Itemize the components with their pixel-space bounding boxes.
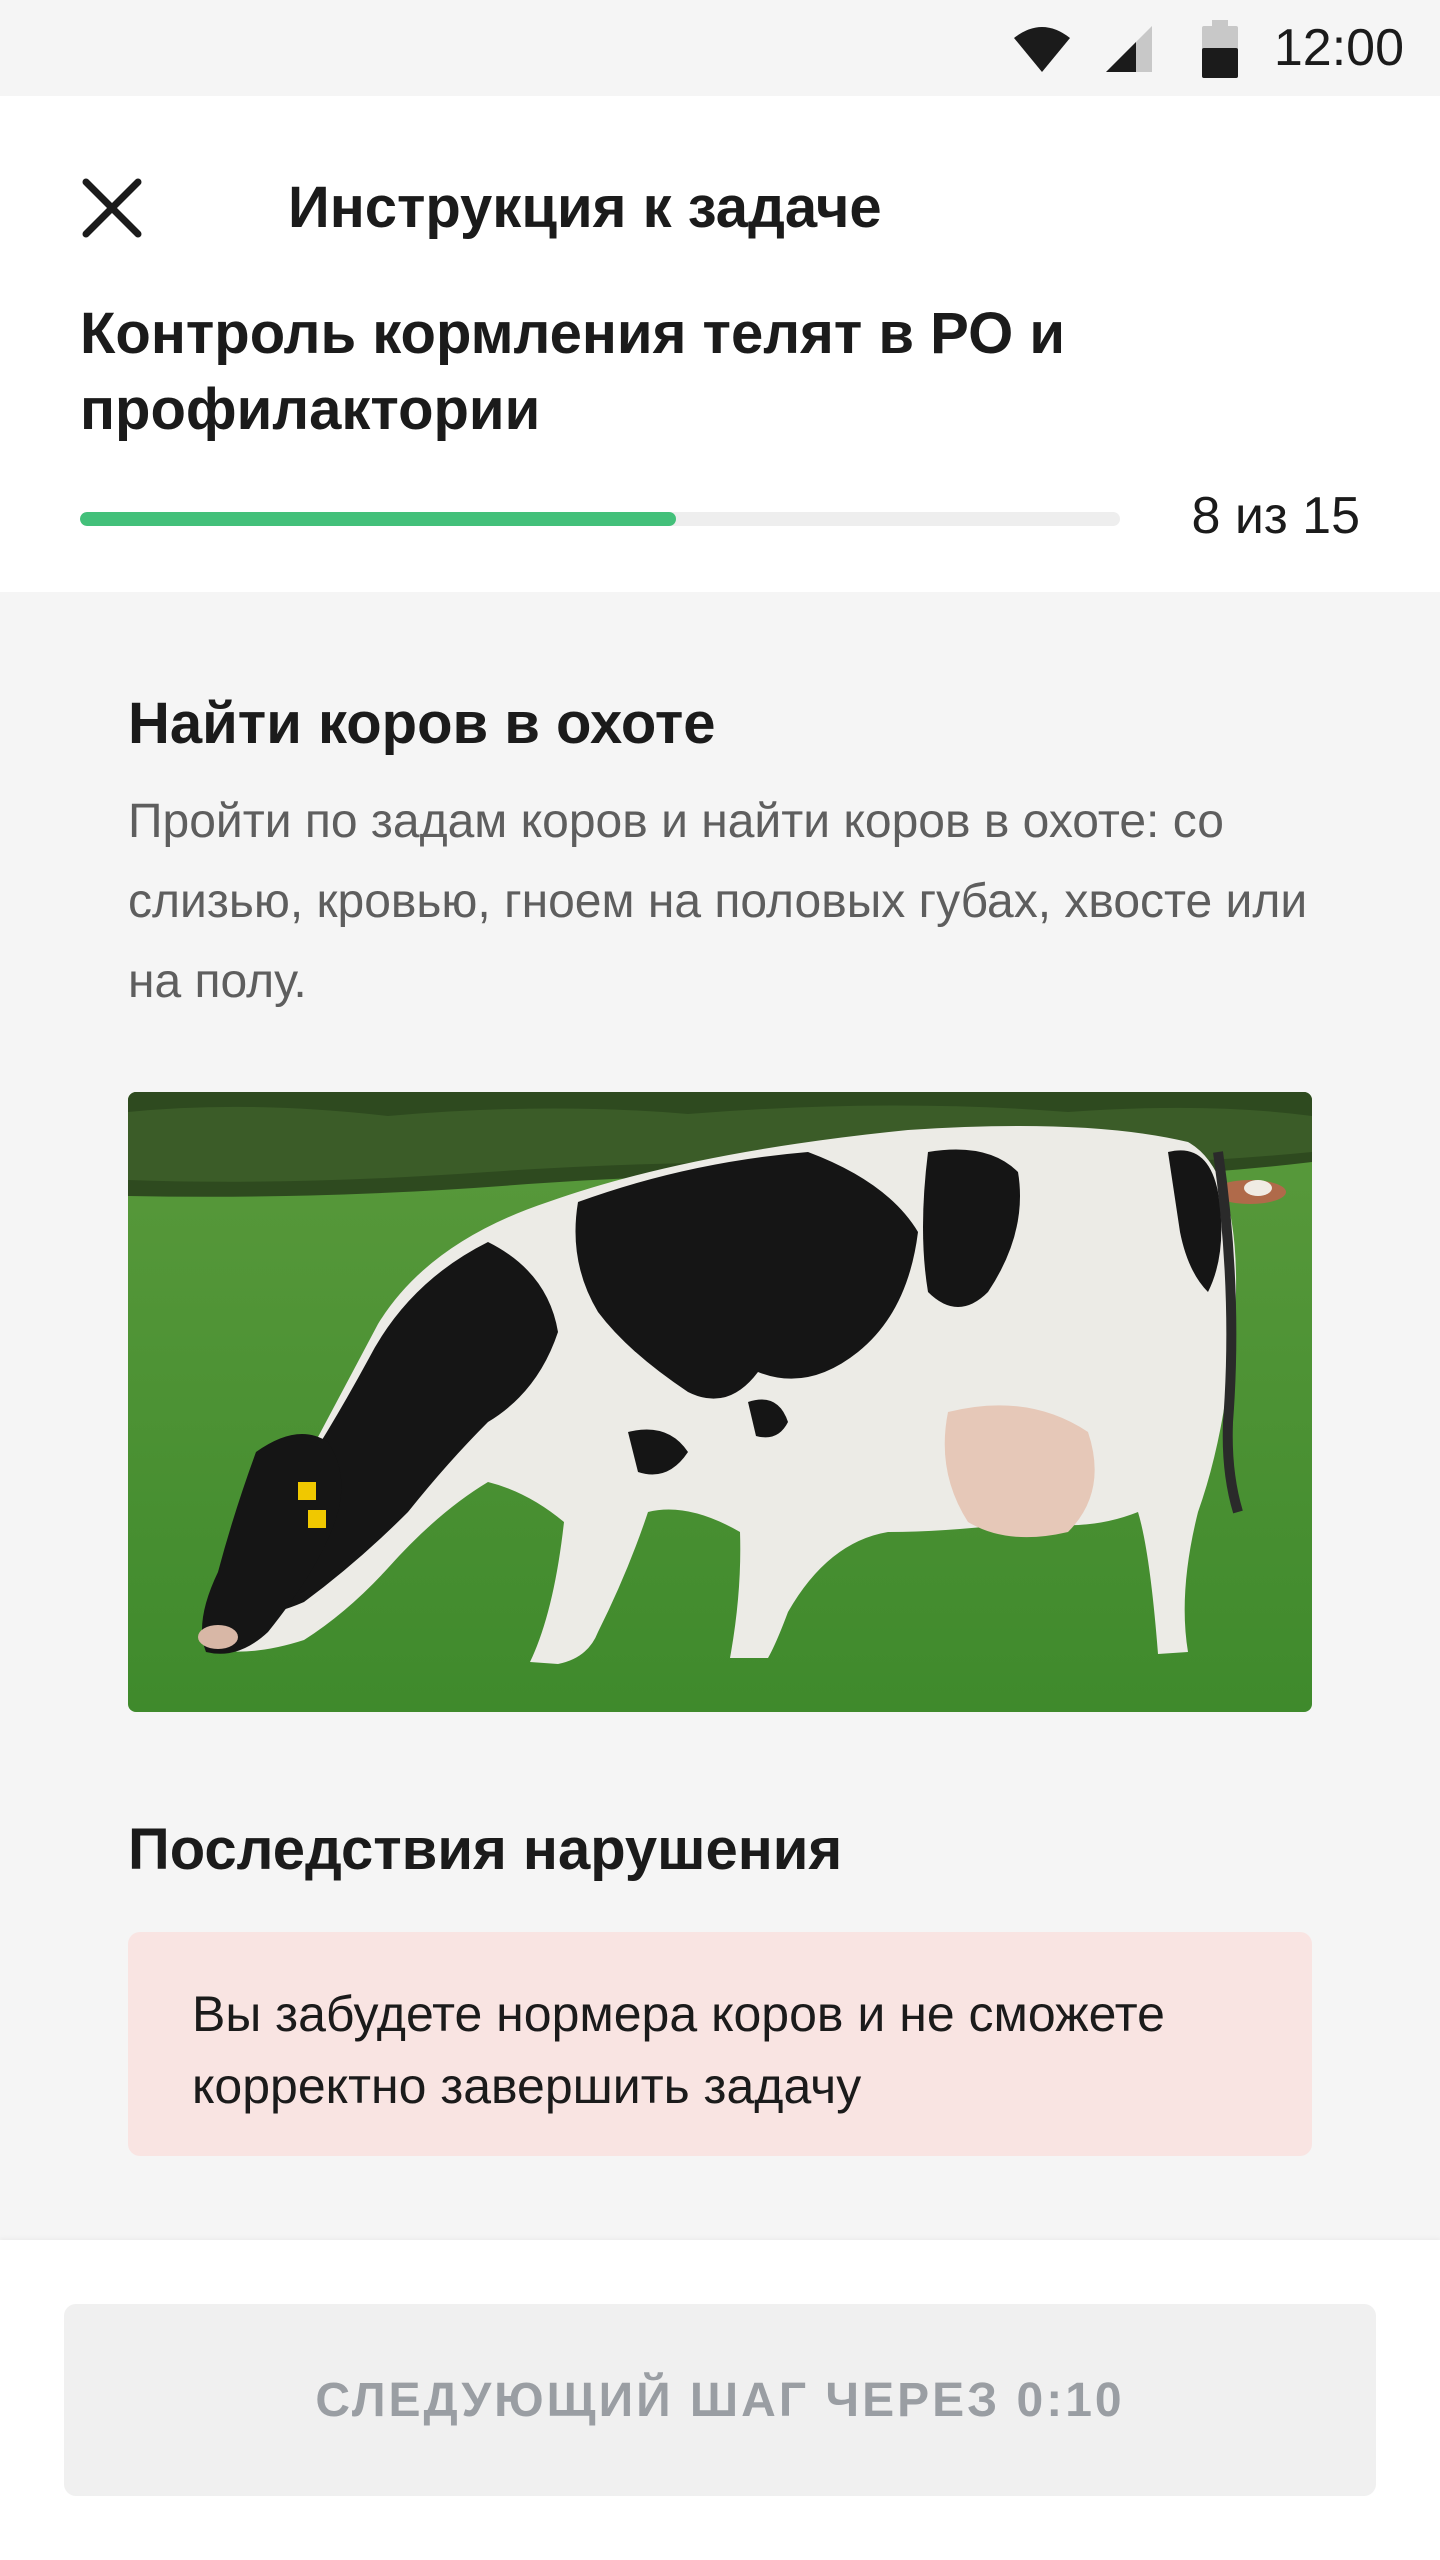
close-button[interactable] xyxy=(72,168,152,248)
cellular-signal-icon xyxy=(1106,26,1152,72)
progress-bar xyxy=(80,512,1120,526)
status-time: 12:00 xyxy=(1273,19,1404,77)
close-icon xyxy=(82,178,142,238)
cow-photo xyxy=(128,1092,1312,1712)
task-title: Контроль кормления телят в РО и профилак… xyxy=(80,301,1065,442)
step-description: Пройти по задам коров и найти коров в ох… xyxy=(128,795,1308,1008)
wifi-icon xyxy=(1014,27,1070,72)
consequences-title: Последствия нарушения xyxy=(128,1817,843,1882)
battery-icon xyxy=(1202,20,1238,78)
task-header: Инструкция к задаче Контроль кормления т… xyxy=(0,96,1440,592)
consequences-warning: Вы забудете нормера коров и не сможете к… xyxy=(128,1932,1312,2156)
next-step-button[interactable]: СЛЕДУЮЩИЙ ШАГ ЧЕРЕЗ 0:10 xyxy=(64,2304,1376,2496)
page-title: Инструкция к задаче xyxy=(288,175,882,240)
status-bar: 12:00 xyxy=(0,0,1440,96)
step-image xyxy=(128,1092,1312,1712)
progress-bar-fill xyxy=(80,512,677,526)
progress-label: 8 из 15 xyxy=(1191,487,1360,545)
bottom-bar: СЛЕДУЮЩИЙ ШАГ ЧЕРЕЗ 0:10 xyxy=(0,2240,1440,2560)
step-title: Найти коров в охоте xyxy=(128,691,716,756)
instruction-content: Найти коров в охоте Пройти по задам коро… xyxy=(0,592,1440,2240)
